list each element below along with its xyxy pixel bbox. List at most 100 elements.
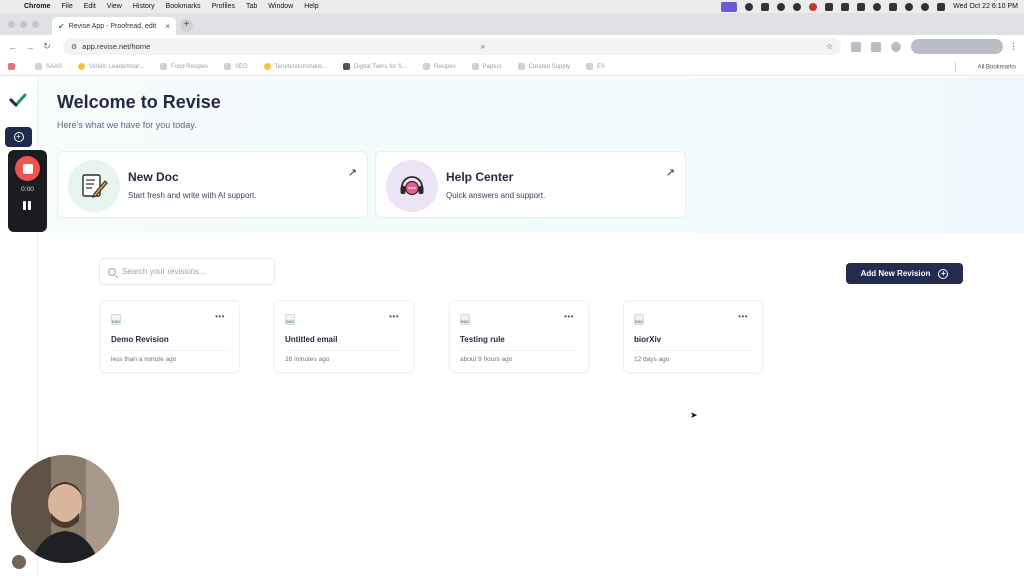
maximize-window-button[interactable] <box>32 21 39 28</box>
help-center-title: Help Center <box>446 170 514 184</box>
document-pen-icon <box>82 174 108 198</box>
revision-time: about 9 hours ago <box>460 356 513 363</box>
menu-app-name[interactable]: Chrome <box>24 3 50 10</box>
menubar-clock[interactable]: Wed Oct 22 6:10 PM <box>953 3 1018 10</box>
plus-circle-icon: + <box>13 132 24 142</box>
battery-icon[interactable] <box>889 2 898 11</box>
more-options-icon[interactable]: ••• <box>215 312 225 321</box>
zoom-icon[interactable]: ⌕ <box>481 42 485 52</box>
forward-icon[interactable]: → <box>23 42 37 52</box>
revision-card[interactable]: DOC ••• biorXiv 12 days ago <box>623 300 763 373</box>
divider <box>634 350 752 351</box>
revision-name: Demo Revision <box>111 335 169 344</box>
wifi-icon[interactable] <box>905 2 914 11</box>
revision-name: biorXiv <box>634 335 662 344</box>
new-doc-card[interactable]: New Doc Start fresh and write with AI su… <box>57 151 368 218</box>
side-panel-icon[interactable] <box>871 41 881 52</box>
menu-profiles[interactable]: Profiles <box>212 3 235 10</box>
notification-icon[interactable] <box>809 2 818 11</box>
search-revisions-input[interactable]: Search your revisions... <box>99 258 275 285</box>
arrow-up-right-icon: ↗ <box>665 167 675 179</box>
all-bookmarks-button[interactable]: All Bookmarks <box>954 61 1016 72</box>
browser-tab-active[interactable]: ✔ Revise App - Proofread, edit × <box>52 17 176 35</box>
bookmark-item[interactable]: SAAS <box>35 63 62 70</box>
revision-card[interactable]: DOC ••• Untitled email 28 minutes ago <box>274 300 414 373</box>
bookmark-favicon-icon <box>8 63 15 70</box>
menu-bookmarks[interactable]: Bookmarks <box>166 3 201 10</box>
menu-window[interactable]: Window <box>268 3 293 10</box>
reload-icon[interactable]: ↻ <box>40 41 54 52</box>
bookmark-item[interactable]: SEO <box>223 63 248 70</box>
macos-menu-bar: Chrome File Edit View History Bookmarks … <box>0 0 1024 13</box>
add-new-revision-button[interactable]: Add New Revision + <box>846 263 963 284</box>
bookmark-item[interactable] <box>8 63 19 70</box>
bookmark-item[interactable]: Digital Twins for S... <box>343 63 407 70</box>
profile-button[interactable] <box>911 39 1003 54</box>
bookmark-favicon-icon <box>35 63 42 70</box>
sidebar-new-button[interactable]: + <box>5 127 32 147</box>
bookmark-favicon-icon <box>517 63 525 70</box>
divider <box>285 350 403 351</box>
bookmark-favicon-icon <box>78 63 86 70</box>
plus-circle-icon: + <box>938 268 949 279</box>
revise-logo-icon[interactable] <box>9 91 27 109</box>
menu-file[interactable]: File <box>61 3 72 10</box>
url-text[interactable]: app.revise.net/home <box>82 42 150 51</box>
screen-recorder-icon[interactable] <box>721 1 738 12</box>
bookmark-item[interactable]: ES <box>586 63 605 70</box>
globe-icon[interactable] <box>793 2 802 11</box>
add-revision-label: Add New Revision <box>860 269 931 278</box>
minimize-window-button[interactable] <box>20 21 27 28</box>
extensions-icon[interactable] <box>851 41 861 52</box>
more-options-icon[interactable]: ••• <box>389 312 399 321</box>
bookmark-item[interactable]: Papers <box>471 63 502 70</box>
bookmark-favicon-icon <box>263 63 271 70</box>
bookmark-item[interactable]: Food Recipes <box>159 63 208 70</box>
recording-timer: 0:00 <box>21 186 34 193</box>
site-info-icon[interactable]: ⚙ <box>71 43 77 51</box>
avatar[interactable] <box>11 554 27 570</box>
bookmark-star-icon[interactable]: ☆ <box>826 42 833 51</box>
new-tab-button[interactable]: + <box>180 19 193 32</box>
cloud-icon[interactable] <box>745 2 754 11</box>
control-center-icon[interactable] <box>937 2 946 11</box>
menu-history[interactable]: History <box>133 3 155 10</box>
clipboard-icon[interactable] <box>761 2 770 11</box>
tab-close-icon[interactable]: × <box>165 22 170 31</box>
elephant-icon[interactable] <box>841 2 850 11</box>
search-placeholder[interactable]: Search your revisions... <box>122 267 206 276</box>
help-center-description: Quick answers and support. <box>446 191 546 200</box>
grid-icon[interactable] <box>825 2 834 11</box>
help-center-card[interactable]: Help Center Quick answers and support. ↗ <box>375 151 686 218</box>
profile-avatar-icon[interactable] <box>891 41 901 52</box>
help-center-icon <box>386 160 438 212</box>
close-window-button[interactable] <box>8 21 15 28</box>
stop-recording-button[interactable] <box>15 156 40 181</box>
browser-toolbar: ← → ↻ ⚙ app.revise.net/home ⌕ ☆ ⋮ <box>0 35 1024 58</box>
bookmarks-bar: SAAS Vidiots Leaderboar... Food Recipes … <box>0 58 1024 76</box>
chrome-menu-icon[interactable]: ⋮ <box>1009 41 1018 52</box>
user-icon[interactable] <box>873 2 882 11</box>
revision-card[interactable]: DOC ••• Testing rule about 9 hours ago <box>449 300 589 373</box>
more-options-icon[interactable]: ••• <box>738 312 748 321</box>
revision-card[interactable]: DOC ••• Demo Revision less than a minute… <box>100 300 240 373</box>
bookmark-item[interactable]: Recipes <box>422 63 456 70</box>
pause-icon[interactable] <box>23 201 31 210</box>
spotlight-search-icon[interactable] <box>921 2 930 11</box>
bird-icon[interactable] <box>857 2 866 11</box>
address-bar[interactable]: ⚙ app.revise.net/home ⌕ ☆ <box>63 38 841 55</box>
more-options-icon[interactable]: ••• <box>564 312 574 321</box>
page-title: Welcome to Revise <box>57 92 221 112</box>
revision-time: 28 minutes ago <box>285 356 330 363</box>
revise-app: Welcome to Revise Here's what we have fo… <box>0 77 1024 576</box>
bookmark-item[interactable]: Tenetendommatis... <box>263 63 327 70</box>
menu-view[interactable]: View <box>107 3 122 10</box>
bookmark-item[interactable]: Vidiots Leaderboar... <box>78 63 144 70</box>
shield-icon[interactable] <box>777 2 786 11</box>
divider <box>460 350 578 351</box>
bookmark-item[interactable]: Curated Supply <box>517 63 570 70</box>
menu-tab[interactable]: Tab <box>246 3 257 10</box>
menu-help[interactable]: Help <box>304 3 318 10</box>
menu-edit[interactable]: Edit <box>84 3 96 10</box>
back-icon[interactable]: ← <box>6 42 20 52</box>
